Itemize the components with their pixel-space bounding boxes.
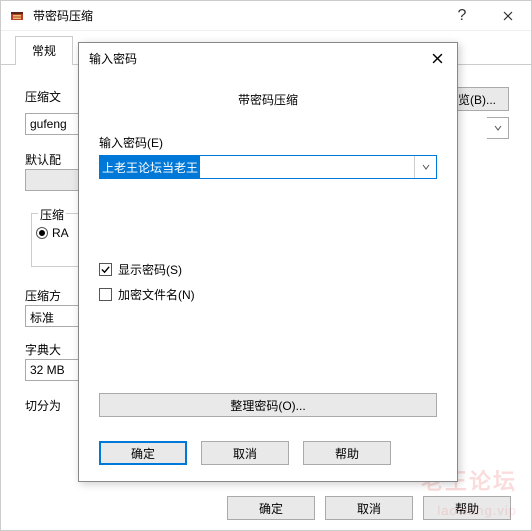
close-button[interactable]: [485, 1, 531, 30]
main-ok-button[interactable]: 确定: [227, 496, 315, 520]
dialog-cancel-button[interactable]: 取消: [201, 441, 289, 465]
archive-format-dropdown-arrow[interactable]: [487, 117, 509, 139]
titlebar: 带密码压缩 ?: [1, 1, 531, 31]
dialog-close-button[interactable]: [427, 48, 447, 68]
encrypt-names-checkbox[interactable]: [99, 288, 112, 301]
radio-rar-label: RA: [52, 226, 69, 240]
main-cancel-button[interactable]: 取消: [325, 496, 413, 520]
tab-general[interactable]: 常规: [15, 36, 73, 64]
show-password-checkbox[interactable]: [99, 263, 112, 276]
dict-label: 字典大: [25, 341, 61, 358]
window-title: 带密码压缩: [33, 7, 439, 24]
method-select[interactable]: 标准: [25, 305, 79, 327]
password-combobox[interactable]: 上老王论坛当老王: [99, 155, 437, 179]
radio-rar[interactable]: [36, 227, 48, 239]
default-profile-label: 默认配: [25, 151, 61, 168]
app-icon: [7, 6, 27, 26]
default-profile-button[interactable]: [25, 169, 79, 191]
archive-name-field[interactable]: gufeng: [25, 113, 79, 135]
method-label: 压缩方: [25, 287, 61, 304]
show-password-label: 显示密码(S): [118, 261, 182, 278]
password-dropdown-arrow[interactable]: [414, 156, 436, 178]
dialog-section-title: 带密码压缩: [79, 91, 457, 108]
dialog-titlebar: 输入密码: [79, 43, 457, 73]
password-dialog: 输入密码 带密码压缩 输入密码(E) 上老王论坛当老王 显示密码(S): [78, 42, 458, 482]
archive-name-label: 压缩文: [25, 91, 61, 103]
password-input-value[interactable]: 上老王论坛当老王: [100, 156, 200, 178]
dialog-ok-button[interactable]: 确定: [99, 441, 187, 465]
encrypt-names-label: 加密文件名(N): [118, 286, 195, 303]
dict-select[interactable]: 32 MB: [25, 359, 79, 381]
split-label: 切分为: [25, 397, 61, 414]
password-label: 输入密码(E): [99, 134, 437, 151]
dialog-help-button[interactable]: 帮助: [303, 441, 391, 465]
dialog-title-text: 输入密码: [89, 50, 427, 67]
organize-passwords-button[interactable]: 整理密码(O)...: [99, 393, 437, 417]
help-button[interactable]: ?: [439, 1, 485, 30]
main-help-button[interactable]: 帮助: [423, 496, 511, 520]
format-fieldset: 压缩 RA: [31, 213, 79, 267]
format-legend: 压缩: [38, 206, 66, 223]
